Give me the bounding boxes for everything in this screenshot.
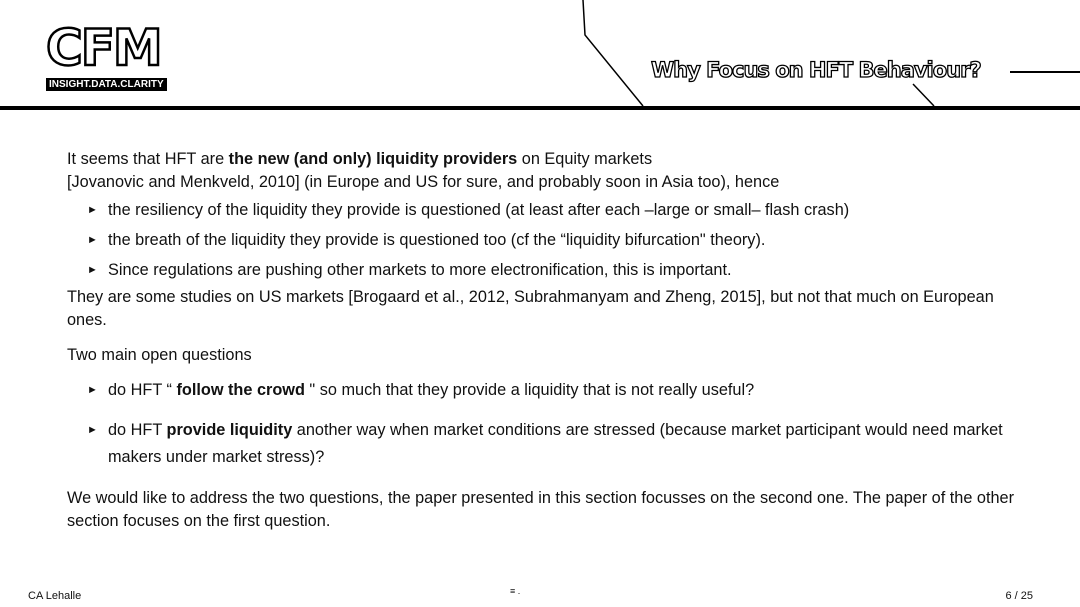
text: the resiliency of the liquidity they pro… [108, 201, 850, 219]
bullet-icon: ► [87, 264, 98, 276]
question-list: ► do HFT “ follow the crowd " so much tha… [67, 379, 1027, 471]
bullet-icon: ► [87, 204, 98, 216]
text: [Jovanovic and Menkveld, 2010] (in Europ… [67, 173, 780, 191]
studies: They are some studies on US markets [Bro… [67, 288, 994, 329]
header-line [912, 83, 935, 107]
bullet-icon: ► [87, 424, 98, 436]
list-item: ► the resiliency of the liquidity they pr… [67, 199, 1027, 222]
text: the breath of the liquidity they provide… [108, 231, 766, 249]
list-item: ► do HFT “ follow the crowd " so much tha… [67, 379, 1027, 402]
text: Since regulations are pushing other mark… [108, 261, 732, 279]
footer-author: CA Lehalle [28, 590, 82, 602]
header-line [582, 0, 644, 107]
text: on Equity markets [517, 150, 653, 168]
list-item: ► the breath of the liquidity they provid… [67, 229, 1027, 252]
logo-text: CFM [45, 19, 164, 77]
list-item: ► Since regulations are pushing other mar… [67, 259, 1027, 282]
nav-icon[interactable]: ≡ . [510, 586, 520, 596]
header-rule [0, 106, 1080, 110]
questions-heading: Two main open questions [67, 346, 252, 364]
conclusion: We would like to address the two questio… [67, 489, 1015, 530]
list-item: ► do HFT provide liquidity another way wh… [67, 417, 1027, 471]
text: It seems that HFT are [67, 150, 229, 168]
slide-body: It seems that HFT are the new (and only)… [67, 148, 1027, 533]
emphasis: follow the crowd [176, 381, 305, 399]
emphasis: the new (and only) liquidity providers [228, 150, 518, 168]
slide-title: Why Focus on HFT Behaviour? [650, 57, 982, 82]
bullet-icon: ► [87, 384, 98, 396]
intro: It seems that HFT are the new (and only)… [67, 148, 1027, 194]
bullet-icon: ► [87, 234, 98, 246]
emphasis: provide liquidity [166, 421, 293, 439]
page-number: 6 / 25 [1005, 590, 1033, 602]
cfm-logo: CFM INSIGHT.DATA.CLARITY [45, 19, 191, 92]
text: do HFT “ [108, 381, 177, 399]
text: " so much that they provide a liquidity … [304, 381, 755, 399]
text: do HFT [108, 421, 167, 439]
logo-tagline: INSIGHT.DATA.CLARITY [46, 78, 167, 91]
bullet-list: ► the resiliency of the liquidity they pr… [67, 199, 1027, 282]
